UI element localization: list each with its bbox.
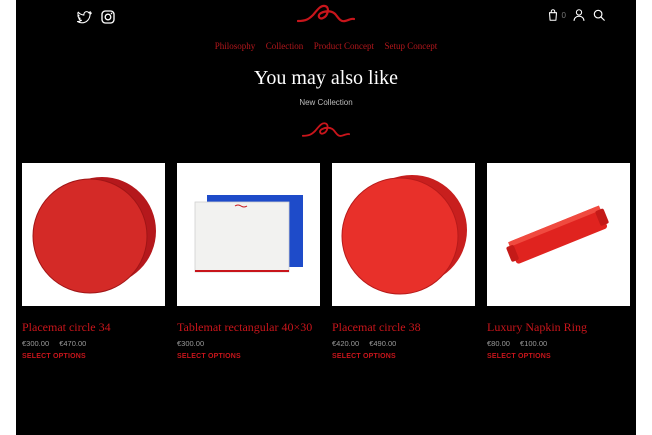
product-image[interactable] <box>487 163 630 306</box>
cart-button[interactable]: 0 <box>546 8 566 22</box>
instagram-icon <box>101 10 115 24</box>
product-name[interactable]: Tablemat rectangular 40×30 <box>177 319 320 336</box>
search-icon <box>593 9 605 21</box>
instagram-link[interactable] <box>100 9 116 25</box>
cart-icon <box>548 9 557 21</box>
search-button[interactable] <box>592 8 606 22</box>
nav-item-setup-concept[interactable]: Setup Concept <box>385 41 438 51</box>
tablemat-rectangular-image <box>194 195 303 273</box>
nav-item-philosophy[interactable]: Philosophy <box>215 41 256 51</box>
price-min: €420.00 <box>332 339 360 348</box>
product-card: Placemat circle 38 €420.00 €490.00 SELEC… <box>332 163 475 360</box>
twitter-icon <box>76 11 92 24</box>
product-image[interactable] <box>332 163 475 306</box>
brand-logo[interactable] <box>297 3 355 25</box>
product-card: Placemat circle 34 €300.00 €470.00 SELEC… <box>22 163 165 360</box>
page-canvas: 0 Philosophy Collection Product Concept … <box>16 0 636 435</box>
product-price: €80.00 €100.00 <box>487 339 630 348</box>
section-logo <box>302 120 350 140</box>
placemat-circle-image <box>32 177 156 294</box>
price-max: €490.00 <box>369 339 397 348</box>
product-card: Tablemat rectangular 40×30 €300.00 SELEC… <box>177 163 320 360</box>
select-options-button[interactable]: SELECT OPTIONS <box>332 353 475 360</box>
brand-logo-mark <box>297 4 355 23</box>
price-min: €80.00 <box>487 339 510 348</box>
account-button[interactable] <box>572 8 586 22</box>
placemat-circle-image <box>341 175 467 295</box>
price-max: €470.00 <box>59 339 87 348</box>
select-options-button[interactable]: SELECT OPTIONS <box>487 353 630 360</box>
napkin-ring-image <box>506 205 609 264</box>
product-name[interactable]: Placemat circle 38 <box>332 319 475 336</box>
product-image[interactable] <box>22 163 165 306</box>
cart-count: 0 <box>561 10 566 20</box>
nav-item-collection[interactable]: Collection <box>266 41 304 51</box>
header-actions: 0 <box>546 8 606 22</box>
brand-logo-mark <box>302 122 350 137</box>
product-name[interactable]: Placemat circle 34 <box>22 319 165 336</box>
price-max: €100.00 <box>520 339 548 348</box>
select-options-button[interactable]: SELECT OPTIONS <box>177 353 320 360</box>
section-subtitle: New Collection <box>299 98 353 107</box>
user-icon <box>573 9 585 21</box>
product-price: €420.00 €490.00 <box>332 339 475 348</box>
main-nav: Philosophy Collection Product Concept Se… <box>16 41 636 51</box>
product-price: €300.00 <box>177 339 320 348</box>
price: €300.00 <box>177 339 205 348</box>
price-min: €300.00 <box>22 339 50 348</box>
nav-item-product-concept[interactable]: Product Concept <box>314 41 374 51</box>
product-price: €300.00 €470.00 <box>22 339 165 348</box>
twitter-link[interactable] <box>76 9 92 25</box>
product-card: Luxury Napkin Ring €80.00 €100.00 SELECT… <box>487 163 630 360</box>
select-options-button[interactable]: SELECT OPTIONS <box>22 353 165 360</box>
product-image[interactable] <box>177 163 320 306</box>
section-title: You may also like <box>253 67 399 89</box>
product-name[interactable]: Luxury Napkin Ring <box>487 319 630 336</box>
header-bar: 0 <box>16 0 636 34</box>
